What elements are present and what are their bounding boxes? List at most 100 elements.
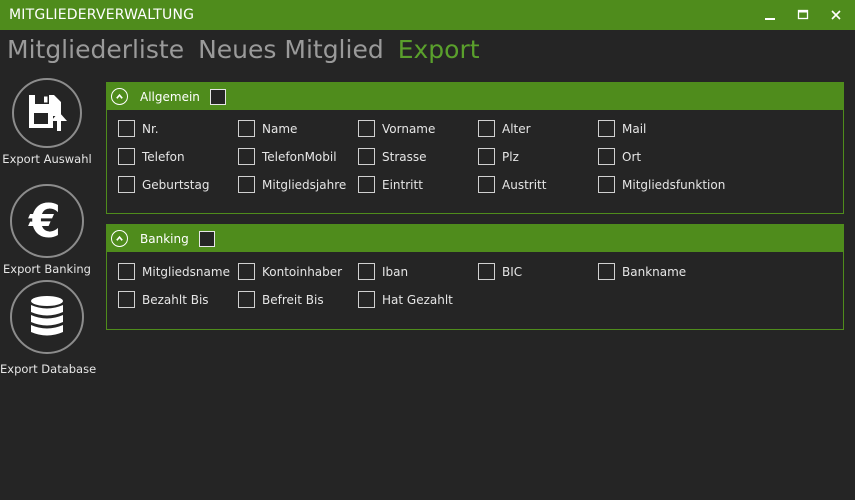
checkbox-box bbox=[598, 176, 615, 193]
checkbox-box bbox=[238, 291, 255, 308]
checkbox-bezahlt-bis[interactable]: Bezahlt Bis bbox=[118, 291, 209, 308]
checkbox-mitgliedsfunktion[interactable]: Mitgliedsfunktion bbox=[598, 176, 725, 193]
maximize-icon bbox=[797, 9, 809, 20]
checkbox-label: Name bbox=[262, 121, 298, 136]
checkbox-box bbox=[598, 148, 615, 165]
maximize-button[interactable] bbox=[788, 0, 818, 30]
export-auswahl-button[interactable]: Export Auswahl bbox=[0, 78, 94, 166]
checkbox-box bbox=[478, 120, 495, 137]
chevron-up-icon bbox=[116, 93, 123, 99]
close-button[interactable] bbox=[821, 0, 851, 30]
checkbox-bankname[interactable]: Bankname bbox=[598, 263, 686, 280]
checkbox-befreit-bis[interactable]: Befreit Bis bbox=[238, 291, 324, 308]
checkbox-box bbox=[358, 176, 375, 193]
select-all-allgemein-checkbox[interactable] bbox=[209, 88, 226, 105]
checkbox-box bbox=[118, 120, 135, 137]
checkbox-label: Alter bbox=[502, 121, 531, 136]
checkbox-box bbox=[358, 120, 375, 137]
checkbox-label: Mitgliedsfunktion bbox=[622, 177, 726, 192]
checkbox-box bbox=[238, 120, 255, 137]
checkbox-label: Telefon bbox=[142, 149, 185, 164]
checkbox-alter[interactable]: Alter bbox=[478, 120, 531, 137]
checkbox-label: Plz bbox=[502, 149, 519, 164]
checkbox-nr[interactable]: Nr. bbox=[118, 120, 159, 137]
close-icon bbox=[831, 10, 841, 20]
checkbox-telefon[interactable]: Telefon bbox=[118, 148, 185, 165]
export-banking-label: Export Banking bbox=[3, 262, 91, 276]
checkbox-name[interactable]: Name bbox=[238, 120, 297, 137]
export-database-circle bbox=[10, 280, 84, 354]
checkbox-vorname[interactable]: Vorname bbox=[358, 120, 435, 137]
checkbox-label: Befreit Bis bbox=[262, 292, 324, 307]
checkbox-mail[interactable]: Mail bbox=[598, 120, 646, 137]
checkbox-iban[interactable]: Iban bbox=[358, 263, 408, 280]
group-allgemein-title: Allgemein bbox=[140, 89, 200, 104]
checkbox-telefonmobil[interactable]: TelefonMobil bbox=[238, 148, 337, 165]
checkbox-box bbox=[118, 176, 135, 193]
group-allgemein-header: Allgemein bbox=[107, 83, 843, 110]
group-allgemein: Allgemein Nr. Name Vorname Alter Mail Te… bbox=[106, 82, 844, 214]
checkbox-box bbox=[238, 148, 255, 165]
checkbox-austritt[interactable]: Austritt bbox=[478, 176, 546, 193]
euro-icon: € bbox=[28, 195, 61, 247]
select-all-banking-checkbox[interactable] bbox=[198, 230, 215, 247]
checkbox-plz[interactable]: Plz bbox=[478, 148, 519, 165]
floppy-export-icon bbox=[29, 95, 67, 131]
checkbox-box bbox=[238, 176, 255, 193]
checkbox-box bbox=[358, 263, 375, 280]
checkbox-box bbox=[358, 148, 375, 165]
checkbox-label: Austritt bbox=[502, 177, 547, 192]
chevron-up-icon bbox=[116, 235, 123, 241]
export-auswahl-label: Export Auswahl bbox=[2, 152, 92, 166]
checkbox-box bbox=[118, 291, 135, 308]
database-icon bbox=[31, 296, 63, 336]
checkbox-label: BIC bbox=[502, 264, 523, 279]
export-banking-circle: € bbox=[10, 184, 84, 258]
window-title: MITGLIEDERVERWALTUNG bbox=[9, 7, 195, 23]
checkbox-strasse[interactable]: Strasse bbox=[358, 148, 427, 165]
checkbox-hat-gezahlt[interactable]: Hat Gezahlt bbox=[358, 291, 453, 308]
export-auswahl-circle bbox=[12, 78, 82, 148]
group-banking: Banking Mitgliedsname Kontoinhaber Iban … bbox=[106, 224, 844, 330]
checkbox-kontoinhaber[interactable]: Kontoinhaber bbox=[238, 263, 342, 280]
checkbox-box bbox=[238, 263, 255, 280]
checkbox-label: Hat Gezahlt bbox=[382, 292, 453, 307]
tab-neues-mitglied[interactable]: Neues Mitglied bbox=[198, 35, 384, 64]
checkbox-geburtstag[interactable]: Geburtstag bbox=[118, 176, 209, 193]
group-banking-header: Banking bbox=[107, 225, 843, 252]
export-database-button[interactable]: Export Database bbox=[0, 280, 97, 376]
checkbox-label: Geburtstag bbox=[142, 177, 210, 192]
svg-text:€: € bbox=[28, 195, 61, 247]
checkbox-label: Bezahlt Bis bbox=[142, 292, 209, 307]
checkbox-label: Iban bbox=[382, 264, 409, 279]
checkbox-box bbox=[598, 263, 615, 280]
export-banking-button[interactable]: € Export Banking bbox=[0, 184, 94, 276]
checkbox-box bbox=[118, 263, 135, 280]
checkbox-box bbox=[118, 148, 135, 165]
title-bar: MITGLIEDERVERWALTUNG bbox=[0, 0, 855, 30]
checkbox-box bbox=[478, 176, 495, 193]
checkbox-ort[interactable]: Ort bbox=[598, 148, 641, 165]
collapse-allgemein-button[interactable] bbox=[111, 88, 128, 105]
group-banking-title: Banking bbox=[140, 231, 189, 246]
checkbox-box bbox=[478, 148, 495, 165]
checkbox-mitgliedsname[interactable]: Mitgliedsname bbox=[118, 263, 230, 280]
checkbox-bic[interactable]: BIC bbox=[478, 263, 522, 280]
main-nav: Mitgliederliste Neues Mitglied Export bbox=[7, 35, 480, 64]
checkbox-mitgliedsjahre[interactable]: Mitgliedsjahre bbox=[238, 176, 346, 193]
minimize-icon bbox=[765, 18, 775, 20]
tab-export[interactable]: Export bbox=[398, 35, 480, 64]
checkbox-label: Nr. bbox=[142, 121, 159, 136]
checkbox-label: Kontoinhaber bbox=[262, 264, 343, 279]
checkbox-label: Bankname bbox=[622, 264, 687, 279]
tab-mitgliederliste[interactable]: Mitgliederliste bbox=[7, 35, 184, 64]
checkbox-label: Mitgliedsjahre bbox=[262, 177, 347, 192]
checkbox-label: TelefonMobil bbox=[262, 149, 337, 164]
collapse-banking-button[interactable] bbox=[111, 230, 128, 247]
checkbox-label: Strasse bbox=[382, 149, 427, 164]
checkbox-label: Mitgliedsname bbox=[142, 264, 230, 279]
minimize-button[interactable] bbox=[755, 0, 785, 30]
export-database-label: Export Database bbox=[0, 362, 97, 376]
checkbox-label: Vorname bbox=[382, 121, 436, 136]
checkbox-eintritt[interactable]: Eintritt bbox=[358, 176, 423, 193]
